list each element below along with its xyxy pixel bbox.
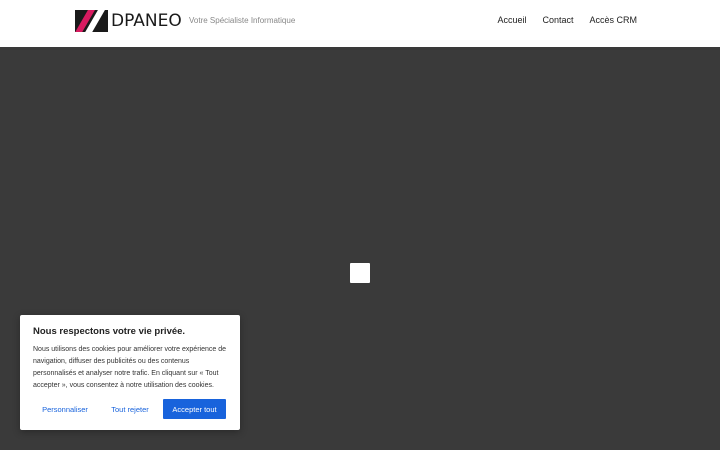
- reject-all-button[interactable]: Tout rejeter: [100, 399, 160, 419]
- loading-indicator: [350, 263, 370, 283]
- logo[interactable]: DPANEO: [75, 10, 182, 32]
- cookie-banner-title: Nous respectons votre vie privée.: [33, 326, 186, 337]
- main-nav: Accueil Contact Accès CRM: [497, 15, 637, 25]
- accept-all-button[interactable]: Accepter tout: [163, 399, 226, 419]
- customize-button[interactable]: Personnaliser: [33, 399, 97, 419]
- logo-mark-icon: [75, 10, 108, 32]
- nav-link-contact[interactable]: Contact: [542, 15, 573, 25]
- nav-link-crm[interactable]: Accès CRM: [589, 15, 637, 25]
- site-header: DPANEO Votre Spécialiste Informatique Ac…: [0, 0, 720, 47]
- tagline: Votre Spécialiste Informatique: [189, 16, 296, 25]
- nav-link-accueil[interactable]: Accueil: [497, 15, 526, 25]
- cookie-banner-text: Nous utilisons des cookies pour améliore…: [33, 346, 226, 389]
- logo-wordmark: DPANEO: [111, 11, 182, 31]
- cookie-consent-banner: Nous respectons votre vie privée. Nous u…: [20, 315, 240, 430]
